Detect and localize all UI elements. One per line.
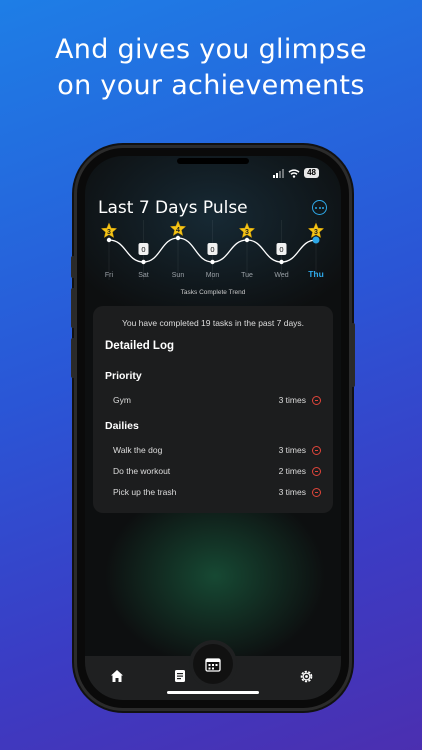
tab-home[interactable] bbox=[109, 668, 125, 684]
data-point bbox=[210, 259, 215, 265]
more-options-button[interactable] bbox=[312, 200, 327, 215]
wifi-icon bbox=[288, 168, 300, 178]
data-point bbox=[279, 259, 284, 265]
task-count: 3 times bbox=[278, 395, 306, 405]
trend-chart: 3 Fri 0 Sat 4 Sun 0 Mon 3 Tue 0 Wed 3 Thu Tasks Comple… bbox=[100, 220, 325, 296]
tab-settings[interactable] bbox=[298, 668, 314, 684]
task-count: 2 times bbox=[278, 466, 306, 476]
data-label: 3 bbox=[245, 229, 249, 236]
task-name: Do the workout bbox=[113, 466, 171, 476]
remove-icon[interactable] bbox=[312, 445, 321, 455]
task-name: Walk the dog bbox=[113, 445, 163, 455]
tab-notes[interactable] bbox=[172, 668, 188, 684]
task-count: 3 times bbox=[278, 445, 306, 455]
data-point bbox=[175, 235, 181, 241]
remove-icon[interactable] bbox=[312, 395, 321, 405]
detailed-log-heading: Detailed Log bbox=[105, 340, 175, 352]
tick-label: Wed bbox=[274, 272, 288, 279]
home-icon bbox=[111, 670, 123, 682]
remove-icon[interactable] bbox=[312, 487, 321, 497]
data-point bbox=[141, 259, 146, 265]
list-item[interactable]: Gym 3 times bbox=[113, 393, 321, 407]
task-name: Pick up the trash bbox=[113, 487, 177, 497]
tick-label: Thu bbox=[308, 269, 324, 279]
task-count: 3 times bbox=[278, 487, 306, 497]
phone-side-button bbox=[351, 323, 355, 387]
phone-frame: 48 Last 7 Days Pulse 3 Fri 0 Sat 4 Sun 0 Mon 3 Tu… bbox=[71, 148, 355, 708]
home-indicator bbox=[167, 691, 259, 694]
phone-side-button bbox=[71, 288, 75, 328]
calendar-button[interactable] bbox=[193, 644, 233, 684]
tick-label: Mon bbox=[206, 272, 220, 279]
tick-label: Fri bbox=[105, 272, 114, 279]
settings-icon bbox=[300, 670, 312, 682]
list-item[interactable]: Pick up the trash 3 times bbox=[113, 485, 321, 499]
app-screen: 48 Last 7 Days Pulse 3 Fri 0 Sat 4 Sun 0 Mon 3 Tu… bbox=[85, 156, 341, 700]
list-item[interactable]: Walk the dog 3 times bbox=[113, 443, 321, 457]
battery-indicator: 48 bbox=[304, 168, 319, 178]
data-label: 4 bbox=[176, 227, 180, 234]
more-icon bbox=[315, 206, 317, 209]
data-label: 0 bbox=[210, 245, 214, 254]
section-title-priority: Priority bbox=[105, 370, 142, 382]
notes-icon bbox=[175, 670, 185, 682]
calendar-icon bbox=[205, 657, 221, 672]
data-point bbox=[312, 236, 320, 244]
log-card: You have completed 19 tasks in the past … bbox=[93, 306, 333, 513]
data-label: 3 bbox=[314, 229, 318, 236]
phone-side-button bbox=[71, 338, 75, 378]
headline: And gives you glimpse on your achievemen… bbox=[0, 32, 422, 104]
tick-label: Sun bbox=[172, 272, 185, 279]
chart-caption: Tasks Complete Trend bbox=[181, 289, 246, 296]
signal-icon bbox=[273, 168, 285, 178]
list-item[interactable]: Do the workout 2 times bbox=[113, 464, 321, 478]
summary-text: You have completed 19 tasks in the past … bbox=[121, 318, 305, 328]
data-label: 0 bbox=[279, 245, 283, 254]
section-title-dailies: Dailies bbox=[105, 420, 139, 432]
data-label: 3 bbox=[107, 229, 111, 236]
data-point bbox=[244, 237, 250, 243]
data-point bbox=[106, 237, 112, 243]
page-title: Last 7 Days Pulse bbox=[98, 198, 248, 218]
status-bar: 48 bbox=[273, 166, 319, 180]
tick-label: Tue bbox=[241, 272, 253, 279]
dynamic-island bbox=[177, 158, 249, 164]
remove-icon[interactable] bbox=[312, 466, 321, 476]
phone-side-button bbox=[71, 256, 75, 278]
task-name: Gym bbox=[113, 395, 131, 405]
data-label: 0 bbox=[141, 245, 145, 254]
headline-line-2: on your achievements bbox=[57, 70, 365, 101]
tick-label: Sat bbox=[138, 272, 149, 279]
headline-line-1: And gives you glimpse bbox=[55, 34, 367, 65]
